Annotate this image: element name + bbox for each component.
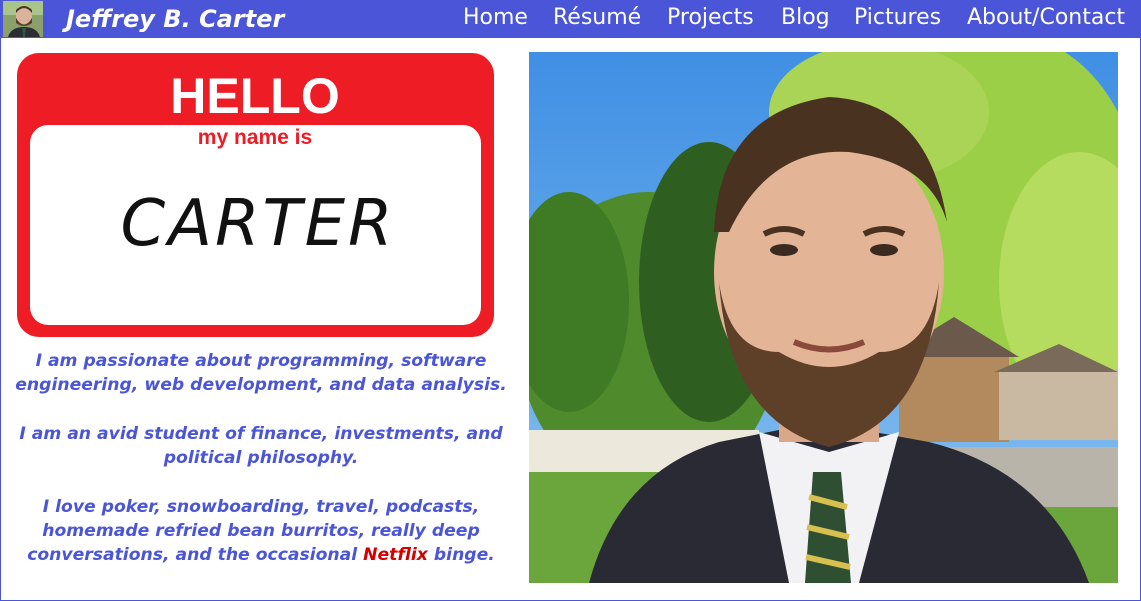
bio-hobbies-end: binge. [427, 545, 495, 565]
nametag-subtitle-text: my name is [198, 126, 312, 149]
nav-resume[interactable]: Résumé [553, 5, 641, 30]
nav-projects[interactable]: Projects [667, 5, 754, 30]
nav-blog[interactable]: Blog [781, 5, 830, 30]
nametag-name-text: CARTER [121, 187, 396, 261]
nav-home[interactable]: Home [463, 5, 528, 30]
avatar[interactable] [3, 1, 43, 37]
netflix-highlight: Netflix [363, 545, 428, 565]
top-navbar: Jeffrey B. Carter Home Résumé Projects B… [0, 0, 1141, 38]
nav-pictures[interactable]: Pictures [854, 5, 941, 30]
nav-about-contact[interactable]: About/Contact [967, 5, 1125, 30]
bio-paragraph-hobbies: I love poker, snowboarding, travel, podc… [6, 495, 516, 567]
bio-text: I am passionate about programming, softw… [6, 349, 516, 592]
portrait-photo [529, 52, 1118, 583]
site-title[interactable]: Jeffrey B. Carter [66, 5, 284, 33]
bio-paragraph-programming: I am passionate about programming, softw… [15, 351, 507, 395]
bio-paragraph-finance: I am an avid student of finance, investm… [19, 424, 503, 468]
nametag-hello-text: HELLO [170, 68, 339, 124]
hello-nametag-image: HELLO my name is CARTER [17, 53, 494, 337]
